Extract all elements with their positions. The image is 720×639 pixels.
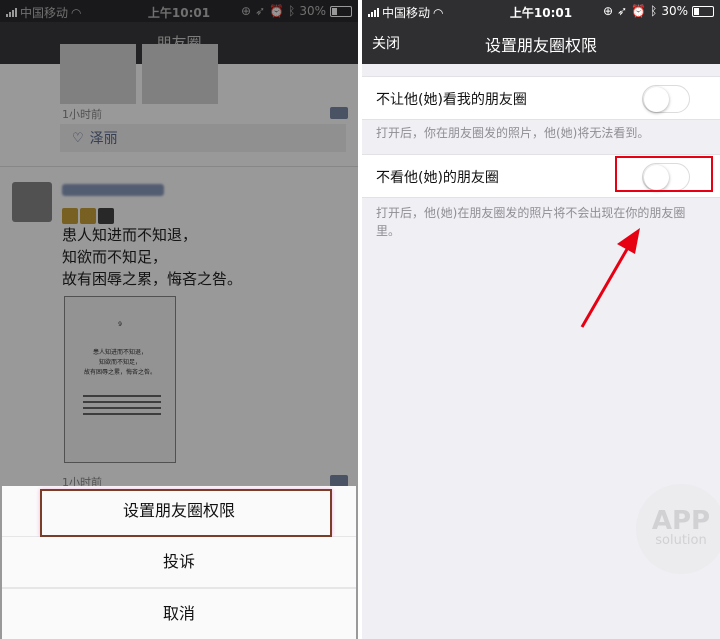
report-button[interactable]: 投诉 xyxy=(2,537,356,587)
permission-settings-panel: 中国移动 ◠ 上午10:01 ⊕ ➶ ⏰ ᛒ 30% 关闭 设置朋友圈权限 不让… xyxy=(362,0,720,639)
watermark-text: APP xyxy=(651,506,711,536)
status-right: ⊕ ➶ ⏰ ᛒ 30% xyxy=(603,4,714,18)
alarm-icon: ⏰ xyxy=(631,4,647,18)
lock-rotation-icon: ⊕ xyxy=(603,4,614,18)
location-icon: ➶ xyxy=(617,4,628,18)
timeline-panel: 中国移动 ◠ 上午10:01 ⊕ ➶ ⏰ ᛒ 30% 朋友圈 1小时前 ♡ 泽丽 xyxy=(0,0,358,639)
red-arrow-icon xyxy=(580,228,640,328)
battery-icon xyxy=(692,5,714,17)
battery-percent: 30% xyxy=(661,4,688,18)
set-permission-button[interactable]: 设置朋友圈权限 xyxy=(2,486,356,537)
bluetooth-icon: ᛒ xyxy=(650,4,658,18)
status-bar: 中国移动 ◠ 上午10:01 ⊕ ➶ ⏰ ᛒ 30% xyxy=(362,0,720,22)
setting-hide-my-moments: 不让他(她)看我的朋友圈 xyxy=(362,76,720,120)
nav-bar: 关闭 设置朋友圈权限 xyxy=(362,22,720,64)
page-title: 设置朋友圈权限 xyxy=(484,36,597,55)
setting-note: 打开后，你在朋友圈发的照片，他(她)将无法看到。 xyxy=(376,126,650,140)
setting-note: 打开后，他(她)在朋友圈发的照片将不会出现在你的朋友圈里。 xyxy=(376,206,686,238)
cancel-button[interactable]: 取消 xyxy=(2,589,356,639)
hide-my-moments-toggle[interactable] xyxy=(642,85,690,113)
highlight-box xyxy=(40,489,332,537)
toggle-knob xyxy=(644,87,669,112)
setting-label: 不看他(她)的朋友圈 xyxy=(376,170,499,186)
setting-label: 不让他(她)看我的朋友圈 xyxy=(376,92,527,108)
highlight-box xyxy=(615,156,713,192)
watermark-logo: APP solution xyxy=(636,484,720,574)
watermark-text: solution xyxy=(655,533,707,548)
action-sheet: 设置朋友圈权限 投诉 取消 xyxy=(2,486,356,639)
